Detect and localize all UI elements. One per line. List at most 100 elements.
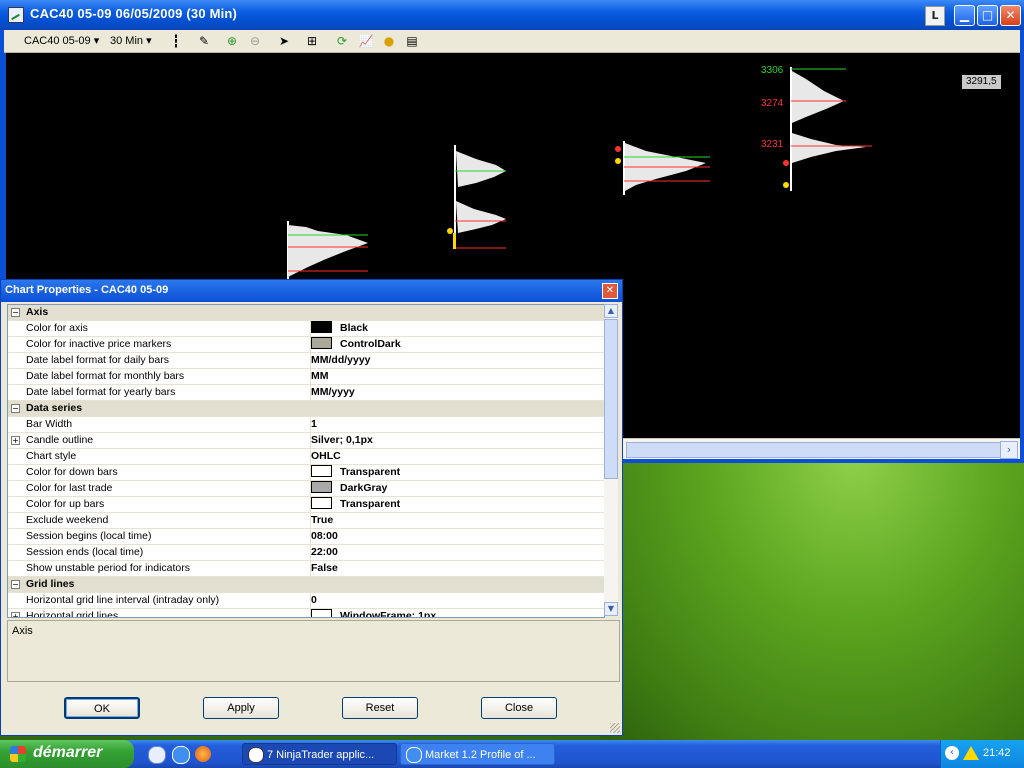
apply-button[interactable]: Apply xyxy=(203,697,279,719)
property-value[interactable]: 0 xyxy=(308,593,604,608)
chevron-left-icon[interactable]: ‹ xyxy=(945,746,959,760)
property-value[interactable]: 08:00 xyxy=(308,529,604,544)
property-value[interactable]: MM xyxy=(308,369,604,384)
property-row[interactable]: Bar Width 1 xyxy=(8,417,604,433)
category-row[interactable]: − Grid lines xyxy=(8,577,604,593)
instrument-selector[interactable]: CAC40 05-09 ▾ xyxy=(24,33,99,49)
internet-explorer-icon[interactable] xyxy=(172,746,190,764)
property-value[interactable]: WindowFrame; 1px xyxy=(308,609,604,617)
start-button[interactable]: démarrer xyxy=(0,740,134,768)
resize-grip-icon[interactable] xyxy=(610,723,620,733)
property-value[interactable]: 22:00 xyxy=(308,545,604,560)
chart-window-title: CAC40 05-09 06/05/2009 (30 Min) xyxy=(30,6,238,21)
property-value[interactable]: Silver; 0,1px xyxy=(308,433,604,448)
task-ninjatrader[interactable]: 7 NinjaTrader applic... xyxy=(242,743,397,765)
scroll-thumb[interactable] xyxy=(626,442,1008,458)
collapse-icon[interactable]: − xyxy=(11,580,20,589)
draw-pen-icon[interactable]: ✎ xyxy=(196,33,212,49)
crosshair-icon[interactable]: ⊞ xyxy=(304,33,320,49)
price-label-3274: 3274 xyxy=(761,98,784,109)
property-row[interactable]: Date label format for yearly bars MM/yyyy xyxy=(8,385,604,401)
property-row[interactable]: Date label format for monthly bars MM xyxy=(8,369,604,385)
firefox-icon[interactable] xyxy=(195,746,211,762)
taskbar: démarrer 7 NinjaTrader applic... Market … xyxy=(0,740,1024,768)
ok-button[interactable]: OK xyxy=(64,697,140,719)
task-market-profile[interactable]: Market 1.2 Profile of ... xyxy=(400,743,555,765)
property-row[interactable]: Session ends (local time) 22:00 xyxy=(8,545,604,561)
warning-icon[interactable] xyxy=(963,746,979,760)
property-row[interactable]: Horizontal grid line interval (intraday … xyxy=(8,593,604,609)
property-row[interactable]: + Candle outline Silver; 0,1px xyxy=(8,433,604,449)
scroll-thumb[interactable] xyxy=(604,319,618,479)
property-name: Color for inactive price markers xyxy=(22,337,311,352)
link-button[interactable]: L xyxy=(925,6,945,26)
show-desktop-icon[interactable] xyxy=(148,746,166,764)
scroll-down-icon[interactable]: ▼ xyxy=(604,602,618,616)
category-row[interactable]: − Axis xyxy=(8,305,604,321)
property-row[interactable]: + Horizontal grid lines WindowFrame; 1px xyxy=(8,609,604,617)
collapse-icon[interactable]: − xyxy=(11,404,20,413)
property-value-text: False xyxy=(311,562,338,574)
property-row[interactable]: Exclude weekend True xyxy=(8,513,604,529)
property-row[interactable]: Show unstable period for indicators False xyxy=(8,561,604,577)
refresh-icon[interactable]: ⟳ xyxy=(334,33,350,49)
chart-titlebar[interactable]: CAC40 05-09 06/05/2009 (30 Min) L ▁ □ ✕ xyxy=(0,0,1024,30)
zoom-in-icon[interactable]: ⊕ xyxy=(224,33,240,49)
indicators-icon[interactable]: 📈 xyxy=(358,33,374,49)
property-name: Date label format for monthly bars xyxy=(22,369,311,384)
minimize-button[interactable]: ▁ xyxy=(954,5,975,26)
property-value-text: ControlDark xyxy=(340,338,401,350)
property-row[interactable]: Color for inactive price markers ControlD… xyxy=(8,337,604,353)
strategy-icon[interactable]: ● xyxy=(381,33,397,49)
close-dialog-button[interactable]: Close xyxy=(481,697,557,719)
properties-icon[interactable]: ▤ xyxy=(404,33,420,49)
internet-explorer-icon xyxy=(406,747,422,763)
property-value[interactable]: True xyxy=(308,513,604,528)
close-icon[interactable]: ✕ xyxy=(602,283,618,299)
property-value-text: Silver; 0,1px xyxy=(311,434,373,446)
clock: 21:42 xyxy=(983,747,1011,759)
property-value[interactable]: Transparent xyxy=(308,497,604,512)
scroll-up-icon[interactable]: ▲ xyxy=(604,304,618,318)
collapse-icon[interactable]: − xyxy=(11,308,20,317)
period-selector[interactable]: 30 Min ▾ xyxy=(110,33,152,49)
color-swatch xyxy=(311,609,332,617)
property-value[interactable]: False xyxy=(308,561,604,576)
task-label: 7 NinjaTrader applic... xyxy=(267,749,375,761)
cursor-icon[interactable]: ➤ xyxy=(276,33,292,49)
zoom-out-icon[interactable]: ⊖ xyxy=(247,33,263,49)
chart-toolbar: CAC40 05-09 ▾ 30 Min ▾ ┇ ✎ ⊕ ⊖ ➤ ⊞ ⟳ 📈 ●… xyxy=(4,30,1020,53)
task-label: Market 1.2 Profile of ... xyxy=(425,749,536,761)
price-label-3231: 3231 xyxy=(761,139,784,150)
expand-icon[interactable]: + xyxy=(11,612,20,617)
property-value[interactable]: 1 xyxy=(308,417,604,432)
bar-style-icon[interactable]: ┇ xyxy=(168,33,184,49)
system-tray: ‹ 21:42 xyxy=(940,740,1024,768)
property-grid-scrollbar[interactable]: ▲ ▼ xyxy=(604,304,618,616)
scroll-right-icon[interactable]: › xyxy=(1000,441,1018,459)
property-value[interactable]: Black xyxy=(308,321,604,336)
property-row[interactable]: Chart style OHLC xyxy=(8,449,604,465)
color-swatch xyxy=(311,321,332,333)
property-row[interactable]: Color for last trade DarkGray xyxy=(8,481,604,497)
property-row[interactable]: Color for down bars Transparent xyxy=(8,465,604,481)
property-row[interactable]: Date label format for daily bars MM/dd/yy… xyxy=(8,353,604,369)
dialog-titlebar[interactable]: Chart Properties - CAC40 05-09 ✕ xyxy=(1,280,622,302)
property-row[interactable]: Color for axis Black xyxy=(8,321,604,337)
property-name: Date label format for yearly bars xyxy=(22,385,311,400)
category-row[interactable]: − Data series xyxy=(8,401,604,417)
property-row[interactable]: Color for up bars Transparent xyxy=(8,497,604,513)
ninjatrader-icon xyxy=(248,747,264,763)
property-value[interactable]: OHLC xyxy=(308,449,604,464)
property-row[interactable]: Session begins (local time) 08:00 xyxy=(8,529,604,545)
property-value[interactable]: MM/dd/yyyy xyxy=(308,353,604,368)
property-value[interactable]: Transparent xyxy=(308,465,604,480)
property-value[interactable]: MM/yyyy xyxy=(308,385,604,400)
expand-icon[interactable]: + xyxy=(11,436,20,445)
close-button[interactable]: ✕ xyxy=(1000,5,1021,26)
chevron-down-icon: ▾ xyxy=(146,35,152,47)
property-value[interactable]: DarkGray xyxy=(308,481,604,496)
reset-button[interactable]: Reset xyxy=(342,697,418,719)
property-value[interactable]: ControlDark xyxy=(308,337,604,352)
maximize-button[interactable]: □ xyxy=(977,5,998,26)
